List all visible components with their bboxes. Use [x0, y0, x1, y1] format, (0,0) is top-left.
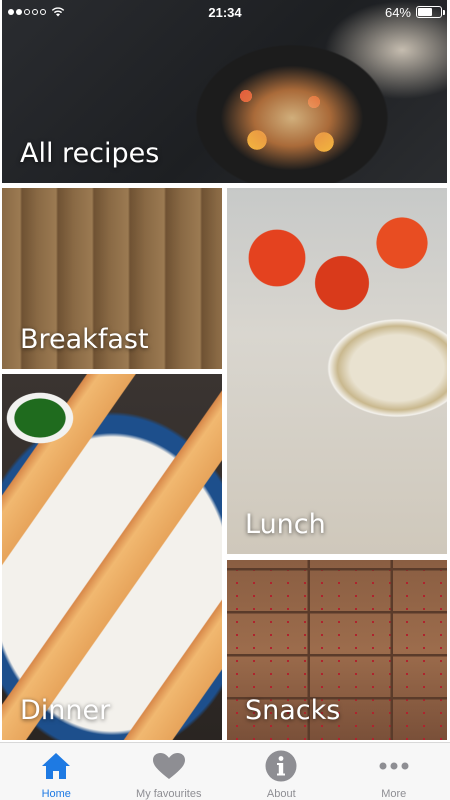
more-icon [377, 749, 411, 783]
tile-breakfast[interactable]: Breakfast [2, 188, 222, 369]
tab-label-my-favourites: My favourites [136, 788, 202, 800]
status-time: 21:34 [208, 4, 242, 20]
tile-label-snacks: Snacks [245, 695, 341, 726]
status-left [8, 7, 65, 17]
signal-strength-icon [8, 9, 46, 15]
tile-all-recipes[interactable]: All recipes [2, 0, 447, 183]
status-right: 64% [384, 4, 445, 20]
tile-label-all-recipes: All recipes [20, 138, 160, 169]
tab-bar: Home My favourites About More [0, 742, 450, 800]
tile-label-breakfast: Breakfast [20, 324, 149, 355]
tab-more[interactable]: More [338, 743, 450, 800]
tile-dinner[interactable]: Dinner [2, 374, 222, 740]
info-icon [264, 749, 298, 783]
wifi-icon [51, 7, 65, 17]
battery-percent: 64% [384, 4, 411, 20]
tab-about[interactable]: About [225, 743, 338, 800]
tab-home[interactable]: Home [0, 743, 113, 800]
home-icon [39, 749, 73, 783]
battery-icon [416, 6, 445, 18]
heart-icon [152, 749, 186, 783]
tile-label-lunch: Lunch [245, 509, 326, 540]
tab-label-about: About [266, 788, 296, 800]
tab-my-favourites[interactable]: My favourites [113, 743, 226, 800]
tile-snacks[interactable]: Snacks [227, 560, 447, 740]
tab-label-home: Home [41, 788, 71, 800]
tab-label-more: More [381, 788, 407, 800]
status-bar: 21:34 64% [0, 0, 450, 24]
tile-label-dinner: Dinner [20, 695, 111, 726]
tile-lunch[interactable]: Lunch [227, 188, 447, 554]
